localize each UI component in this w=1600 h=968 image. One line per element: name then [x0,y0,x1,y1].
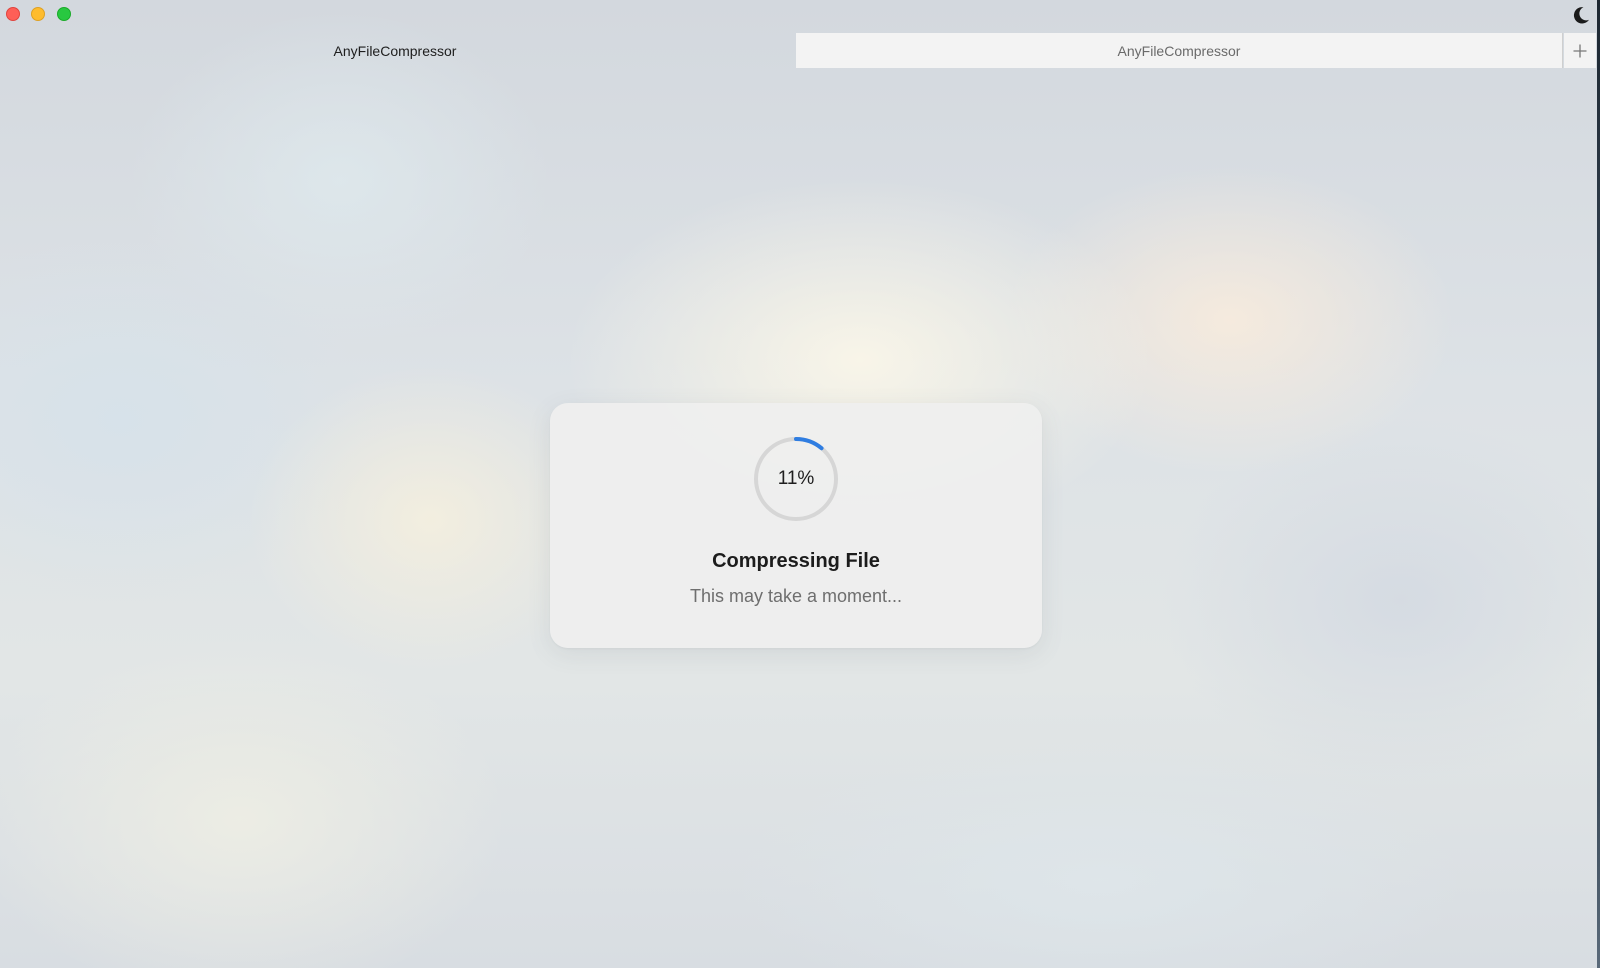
tab-anyfilecompressor-active[interactable]: AnyFileCompressor [0,33,790,68]
title-bar [0,0,1600,32]
new-tab-button[interactable] [1564,33,1596,68]
theme-toggle-button[interactable] [1570,4,1592,26]
tab-label: AnyFileCompressor [1117,42,1241,59]
progress-subtitle: This may take a moment... [689,586,903,606]
tab-bar: AnyFileCompressor AnyFileCompressor [0,33,1600,68]
plus-icon [1573,44,1587,57]
tab-anyfilecompressor[interactable]: AnyFileCompressor [796,33,1563,68]
compression-progress-card: 11% Compressing File This may take a mom… [550,403,1042,648]
minimize-window-button[interactable] [31,7,45,21]
progress-title: Compressing File [712,550,880,572]
zoom-window-button[interactable] [57,7,71,21]
progress-percent: 11% [777,468,815,489]
moon-icon [1573,7,1589,24]
close-window-button[interactable] [6,7,20,21]
progress-ring: 11% [753,436,839,522]
tab-label: AnyFileCompressor [333,42,457,59]
